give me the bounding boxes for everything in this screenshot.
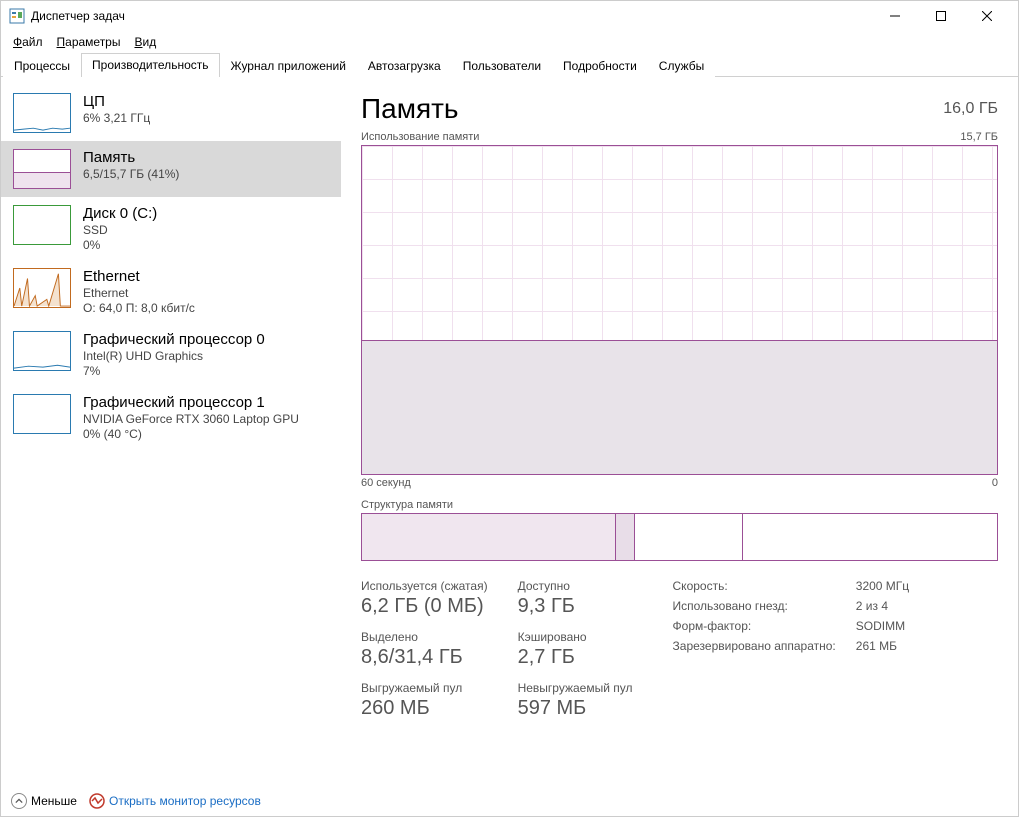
gpu1-sub1: NVIDIA GeForce RTX 3060 Laptop GPU xyxy=(83,412,299,426)
disk-sub2: 0% xyxy=(83,238,157,252)
footer: Меньше Открыть монитор ресурсов xyxy=(1,786,1018,816)
tab-app-history[interactable]: Журнал приложений xyxy=(220,54,357,78)
usage-label: Использование памяти xyxy=(361,131,479,143)
chevron-up-icon xyxy=(11,793,27,809)
sidebar-item-gpu1[interactable]: Графический процессор 1 NVIDIA GeForce R… xyxy=(1,386,341,449)
menu-file[interactable]: Файл xyxy=(7,33,49,51)
tab-performance[interactable]: Производительность xyxy=(81,53,219,77)
composition-label: Структура памяти xyxy=(361,499,998,511)
usage-max: 15,7 ГБ xyxy=(960,131,998,143)
memory-usage-chart xyxy=(361,145,998,475)
committed-value: 8,6/31,4 ГБ xyxy=(361,646,488,669)
composition-standby xyxy=(635,514,743,560)
page-title: Память xyxy=(361,93,459,125)
reserved-value: 261 МБ xyxy=(856,639,909,653)
speed-label: Скорость: xyxy=(673,579,836,593)
tab-processes[interactable]: Процессы xyxy=(3,54,81,78)
disk-thumb xyxy=(13,205,71,245)
paged-value: 260 МБ xyxy=(361,697,488,720)
tab-users[interactable]: Пользователи xyxy=(452,54,552,78)
chart-bottom-labels: 60 секунд 0 xyxy=(361,477,998,489)
chart-top-labels: Использование памяти 15,7 ГБ xyxy=(361,131,998,143)
fewer-details-label: Меньше xyxy=(31,794,77,808)
close-button[interactable] xyxy=(964,1,1010,31)
memory-total: 16,0 ГБ xyxy=(943,100,998,118)
sidebar-item-ethernet[interactable]: Ethernet Ethernet О: 64,0 П: 8,0 кбит/с xyxy=(1,260,341,323)
window-title: Диспетчер задач xyxy=(31,9,872,23)
nonpaged-value: 597 МБ xyxy=(518,697,633,720)
in-use-value: 6,2 ГБ (0 МБ) xyxy=(361,595,488,618)
main-split: ЦП 6% 3,21 ГГц Память 6,5/15,7 ГБ (41%) … xyxy=(1,77,1018,786)
speed-value: 3200 МГц xyxy=(856,579,909,593)
memory-composition-bar xyxy=(361,513,998,561)
maximize-button[interactable] xyxy=(918,1,964,31)
composition-free xyxy=(743,514,997,560)
cpu-sub: 6% 3,21 ГГц xyxy=(83,111,150,125)
sidebar-item-cpu[interactable]: ЦП 6% 3,21 ГГц xyxy=(1,85,341,141)
menu-view[interactable]: Вид xyxy=(128,33,162,51)
window-controls xyxy=(872,1,1010,31)
cpu-thumb xyxy=(13,93,71,133)
gpu0-title: Графический процессор 0 xyxy=(83,331,265,348)
in-use-label: Используется (сжатая) xyxy=(361,579,488,593)
gpu1-sub2: 0% (40 °C) xyxy=(83,427,299,441)
gpu1-thumb xyxy=(13,394,71,434)
resource-monitor-icon xyxy=(89,793,105,809)
content: Память 16,0 ГБ Использование памяти 15,7… xyxy=(341,77,1018,786)
sidebar: ЦП 6% 3,21 ГГц Память 6,5/15,7 ГБ (41%) … xyxy=(1,77,341,786)
reserved-label: Зарезервировано аппаратно: xyxy=(673,639,836,653)
cpu-title: ЦП xyxy=(83,93,150,110)
available-label: Доступно xyxy=(518,579,633,593)
tab-startup[interactable]: Автозагрузка xyxy=(357,54,452,78)
nonpaged-label: Невыгружаемый пул xyxy=(518,681,633,695)
stats-left: Используется (сжатая) 6,2 ГБ (0 МБ) Дост… xyxy=(361,579,633,720)
gpu0-thumb xyxy=(13,331,71,371)
open-resource-monitor-link[interactable]: Открыть монитор ресурсов xyxy=(89,793,261,809)
chart-fill-area xyxy=(362,340,997,474)
fewer-details-button[interactable]: Меньше xyxy=(11,793,77,809)
cached-label: Кэшировано xyxy=(518,630,633,644)
sidebar-item-disk[interactable]: Диск 0 (C:) SSD 0% xyxy=(1,197,341,260)
cached-value: 2,7 ГБ xyxy=(518,646,633,669)
ethernet-thumb xyxy=(13,268,71,308)
content-header: Память 16,0 ГБ xyxy=(361,93,998,125)
ethernet-sub2: О: 64,0 П: 8,0 кбит/с xyxy=(83,301,195,315)
menubar: Файл Параметры Вид xyxy=(1,31,1018,53)
sidebar-item-gpu0[interactable]: Графический процессор 0 Intel(R) UHD Gra… xyxy=(1,323,341,386)
available-value: 9,3 ГБ xyxy=(518,595,633,618)
tab-details[interactable]: Подробности xyxy=(552,54,648,78)
ethernet-sub1: Ethernet xyxy=(83,286,195,300)
open-resource-monitor-label: Открыть монитор ресурсов xyxy=(109,794,261,808)
tab-services[interactable]: Службы xyxy=(648,54,715,78)
slots-label: Использовано гнезд: xyxy=(673,599,836,613)
disk-sub1: SSD xyxy=(83,223,157,237)
tabstrip: Процессы Производительность Журнал прило… xyxy=(1,52,1018,77)
composition-in-use xyxy=(362,514,616,560)
task-manager-icon xyxy=(9,8,25,24)
composition-modified xyxy=(616,514,635,560)
memory-title: Память xyxy=(83,149,179,166)
gpu1-title: Графический процессор 1 xyxy=(83,394,299,411)
titlebar: Диспетчер задач xyxy=(1,1,1018,31)
paged-label: Выгружаемый пул xyxy=(361,681,488,695)
time-right-label: 0 xyxy=(992,477,998,489)
memory-thumb xyxy=(13,149,71,189)
form-label: Форм-фактор: xyxy=(673,619,836,633)
slots-value: 2 из 4 xyxy=(856,599,909,613)
committed-label: Выделено xyxy=(361,630,488,644)
stats-area: Используется (сжатая) 6,2 ГБ (0 МБ) Дост… xyxy=(361,579,998,720)
disk-title: Диск 0 (C:) xyxy=(83,205,157,222)
stats-right: Скорость: 3200 МГц Использовано гнезд: 2… xyxy=(673,579,910,720)
minimize-button[interactable] xyxy=(872,1,918,31)
sidebar-item-memory[interactable]: Память 6,5/15,7 ГБ (41%) xyxy=(1,141,341,197)
menu-options[interactable]: Параметры xyxy=(51,33,127,51)
time-left-label: 60 секунд xyxy=(361,477,411,489)
gpu0-sub2: 7% xyxy=(83,364,265,378)
gpu0-sub1: Intel(R) UHD Graphics xyxy=(83,349,265,363)
form-value: SODIMM xyxy=(856,619,909,633)
memory-sub: 6,5/15,7 ГБ (41%) xyxy=(83,167,179,181)
ethernet-title: Ethernet xyxy=(83,268,195,285)
